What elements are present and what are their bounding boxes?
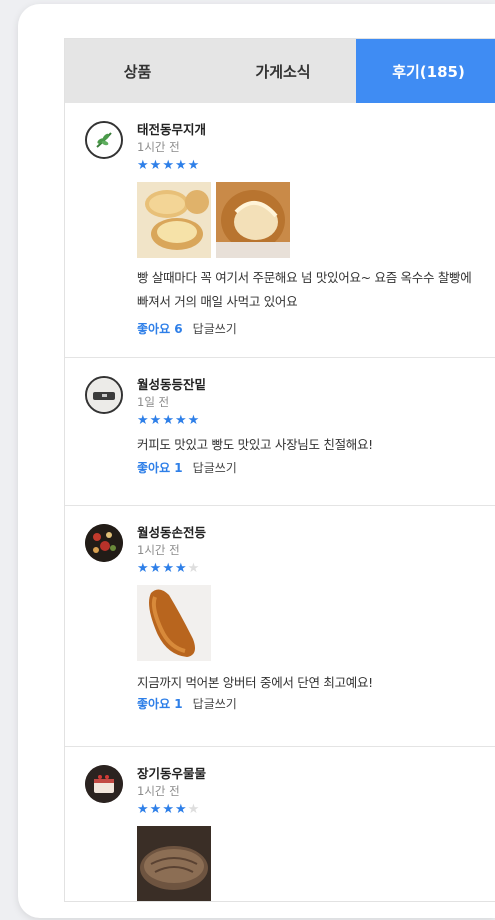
review-item: 월성동등잔밑 1일 전 ★ ★ ★ ★ ★ 커피도 맛있고 빵도 맛있고 사장님도 친절…	[65, 358, 495, 506]
star-icon: ★	[137, 561, 149, 576]
star-icon: ★	[162, 413, 174, 428]
star-icon: ★	[162, 561, 174, 576]
review-item: 태전동무지개 1시간 전 ★ ★ ★ ★ ★ 빵 살때마다 꼭 여기서 주문해요…	[65, 103, 495, 358]
flower-icon	[85, 524, 123, 562]
review-actions: 좋아요 1 답글쓰기	[137, 459, 483, 491]
review-text: 빵 살때마다 꼭 여기서 주문해요 넘 맛있어요~ 요즘 옥수수 찰빵에 빠져서…	[137, 270, 472, 309]
rating-stars: ★ ★ ★ ★ ★	[137, 158, 483, 174]
review-time: 1시간 전	[137, 543, 180, 557]
star-icon: ★	[149, 802, 162, 817]
review-text: 커피도 맛있고 빵도 맛있고 사장님도 친절해요!	[137, 437, 373, 452]
star-icon: ★	[174, 413, 187, 428]
star-icon: ★	[137, 413, 149, 428]
review-item: 장기동우물물 1시간 전 ★ ★ ★ ★ ★	[65, 747, 495, 901]
avatar[interactable]	[85, 765, 123, 803]
star-icon: ★	[187, 413, 200, 428]
cake-icon	[85, 765, 123, 803]
review-time: 1시간 전	[137, 784, 180, 798]
cup-icon	[87, 378, 121, 412]
reviewer-name: 월성동손전등	[137, 525, 207, 540]
review-photos	[137, 826, 483, 901]
star-icon: ★	[187, 561, 200, 576]
review-photo[interactable]	[137, 182, 211, 258]
star-icon: ★	[162, 158, 174, 173]
star-icon: ★	[137, 158, 149, 173]
review-item: 월성동손전등 1시간 전 ★ ★ ★ ★ ★ 지금까지 먹어본 앙버터 중에서 단연 최…	[65, 506, 495, 747]
like-button[interactable]: 좋아요 6	[137, 320, 183, 338]
avatar[interactable]	[85, 376, 123, 414]
star-icon: ★	[174, 802, 187, 817]
star-icon: ★	[137, 802, 149, 817]
avatar[interactable]	[85, 524, 123, 562]
reviewer-name: 월성동등잔밑	[137, 377, 207, 392]
star-icon: ★	[187, 802, 200, 817]
review-text: 지금까지 먹어본 앙버터 중에서 단연 최고예요!	[137, 675, 373, 690]
tab-store-news[interactable]: 가게소식	[210, 39, 356, 103]
star-icon: ★	[149, 158, 162, 173]
avatar[interactable]	[85, 121, 123, 159]
tab-reviews[interactable]: 후기(185)	[356, 39, 495, 103]
rating-stars: ★ ★ ★ ★ ★	[137, 413, 483, 429]
review-time: 1일 전	[137, 395, 170, 409]
reviewer-name: 태전동무지개	[137, 122, 207, 137]
review-card: 상품 가게소식 후기(185) 태전동무지개 1시간 전 ★ ★ ★ ★ ★ 빵…	[18, 4, 495, 918]
rating-stars: ★ ★ ★ ★ ★	[137, 561, 483, 577]
review-panel: 상품 가게소식 후기(185) 태전동무지개 1시간 전 ★ ★ ★ ★ ★ 빵…	[64, 38, 495, 902]
rating-stars: ★ ★ ★ ★ ★	[137, 802, 483, 818]
reply-button[interactable]: 답글쓰기	[193, 459, 237, 477]
star-icon: ★	[187, 158, 200, 173]
review-actions: 좋아요 1 답글쓰기	[137, 695, 483, 727]
reply-button[interactable]: 답글쓰기	[193, 320, 237, 338]
review-actions: 좋아요 6 답글쓰기	[137, 320, 483, 352]
reply-button[interactable]: 답글쓰기	[193, 695, 237, 713]
review-photos	[137, 585, 483, 661]
like-button[interactable]: 좋아요 1	[137, 695, 183, 713]
review-photo[interactable]	[137, 826, 211, 901]
reviewer-name: 장기동우물물	[137, 766, 207, 781]
tab-products[interactable]: 상품	[65, 39, 210, 103]
review-time: 1시간 전	[137, 140, 180, 154]
review-photos	[137, 182, 483, 258]
review-photo[interactable]	[216, 182, 290, 258]
plant-icon	[87, 123, 121, 157]
review-photo[interactable]	[137, 585, 211, 661]
star-icon: ★	[174, 561, 187, 576]
like-button[interactable]: 좋아요 1	[137, 459, 183, 477]
star-icon: ★	[174, 158, 187, 173]
tab-bar: 상품 가게소식 후기(185)	[65, 39, 495, 103]
star-icon: ★	[149, 413, 162, 428]
star-icon: ★	[149, 561, 162, 576]
star-icon: ★	[162, 802, 174, 817]
